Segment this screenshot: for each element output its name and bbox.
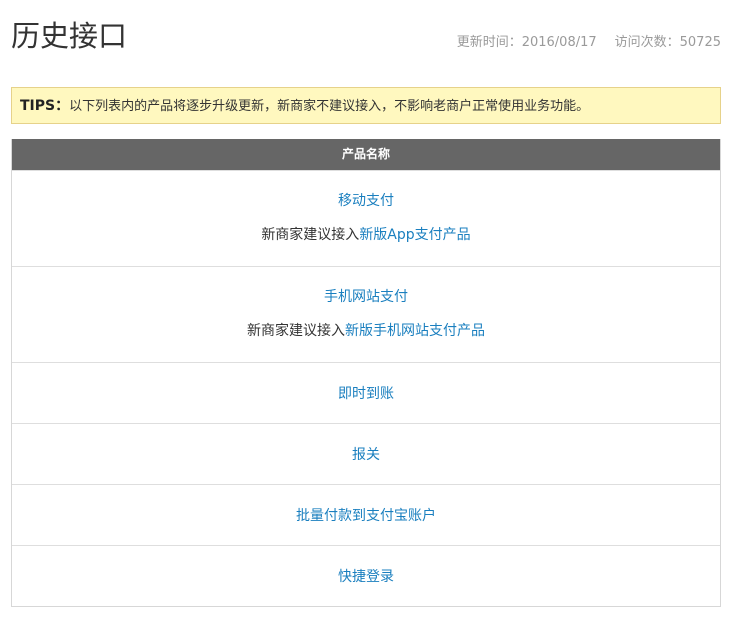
new-app-pay-link[interactable]: 新版App支付产品 <box>359 227 470 243</box>
page-header: 历史接口 更新时间：2016/08/17 访问次数：50725 <box>11 14 721 58</box>
product-link-mobile-pay[interactable]: 移动支付 <box>338 193 394 209</box>
tips-banner: TIPS：以下列表内的产品将逐步升级更新，新商家不建议接入，不影响老商户正常使用… <box>11 87 721 124</box>
tips-label: TIPS： <box>20 98 70 114</box>
table-row: 手机网站支付 新商家建议接入新版手机网站支付产品 <box>12 266 720 362</box>
table-row: 快捷登录 <box>12 545 720 606</box>
product-link-instant-pay[interactable]: 即时到账 <box>338 386 394 402</box>
product-link-wap-pay[interactable]: 手机网站支付 <box>324 289 408 305</box>
page-title: 历史接口 <box>11 19 128 53</box>
table-row: 移动支付 新商家建议接入新版App支付产品 <box>12 170 720 266</box>
row-note: 新商家建议接入新版手机网站支付产品 <box>12 321 720 341</box>
product-link-batch-transfer[interactable]: 批量付款到支付宝账户 <box>296 508 436 524</box>
table-header-product-name: 产品名称 <box>12 139 720 170</box>
table-row: 批量付款到支付宝账户 <box>12 484 720 545</box>
table-row: 报关 <box>12 423 720 484</box>
tips-text: 以下列表内的产品将逐步升级更新，新商家不建议接入，不影响老商户正常使用业务功能。 <box>69 99 590 114</box>
table-row: 即时到账 <box>12 362 720 423</box>
product-link-quick-login[interactable]: 快捷登录 <box>338 569 394 585</box>
row-note: 新商家建议接入新版App支付产品 <box>12 225 720 245</box>
visit-count: 访问次数：50725 <box>614 35 721 50</box>
product-link-customs[interactable]: 报关 <box>352 447 380 463</box>
note-prefix: 新商家建议接入 <box>261 227 360 243</box>
page: 历史接口 更新时间：2016/08/17 访问次数：50725 TIPS：以下列表… <box>0 0 749 631</box>
product-table: 产品名称 移动支付 新商家建议接入新版App支付产品 手机网站支付 新商家建议接… <box>11 139 721 607</box>
note-prefix: 新商家建议接入 <box>247 323 345 339</box>
page-meta: 更新时间：2016/08/17 访问次数：50725 <box>457 34 721 52</box>
updated-time: 更新时间：2016/08/17 <box>456 35 597 50</box>
new-wap-pay-link[interactable]: 新版手机网站支付产品 <box>345 323 485 339</box>
